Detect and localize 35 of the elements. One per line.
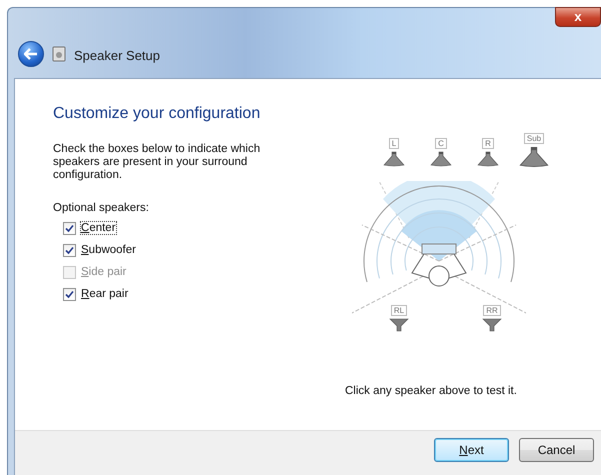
back-arrow-icon [24,48,38,60]
speaker-label: Sub [524,133,544,144]
speaker-icon [383,151,405,167]
instructions-text: Check the boxes below to indicate which speakers are present in your surround configuration. [53,143,262,182]
speaker-icon [389,318,409,332]
speaker-test-button[interactable]: C [430,138,452,167]
hint-text: Click any speaker above to test it. [345,385,518,397]
checkbox[interactable] [63,222,76,234]
speaker-label: R [482,138,494,149]
window-title: Speaker Setup [74,48,160,63]
checkbox-label[interactable]: Center [81,222,116,234]
speaker-icon [477,151,499,167]
checkbox-label[interactable]: Subwoofer [81,244,136,256]
speaker-icon [430,151,452,167]
speaker-icon [482,318,502,332]
speaker-icon [52,46,66,62]
checkbox-label[interactable]: Rear pair [81,288,128,300]
speaker-icon [517,146,551,168]
speaker-test-button[interactable]: RL [389,305,409,332]
checkbox[interactable] [63,288,76,300]
back-button[interactable] [18,41,44,67]
speaker-label: RL [390,305,408,316]
close-button[interactable]: x [555,7,601,27]
page-heading: Customize your configuration [53,105,262,123]
speaker-test-button[interactable]: Sub [517,133,551,168]
speaker-test-button[interactable]: RR [482,305,502,332]
speaker-label: C [435,138,447,149]
speaker-label: L [388,138,400,149]
next-button[interactable]: Next [434,438,509,462]
speaker-label: RR [483,305,501,316]
checkbox[interactable] [63,244,76,256]
speaker-test-button[interactable]: R [477,138,499,167]
group-label: Optional speakers: [53,202,150,214]
cancel-button[interactable]: Cancel [519,438,594,462]
speaker-test-button[interactable]: L [383,138,405,167]
